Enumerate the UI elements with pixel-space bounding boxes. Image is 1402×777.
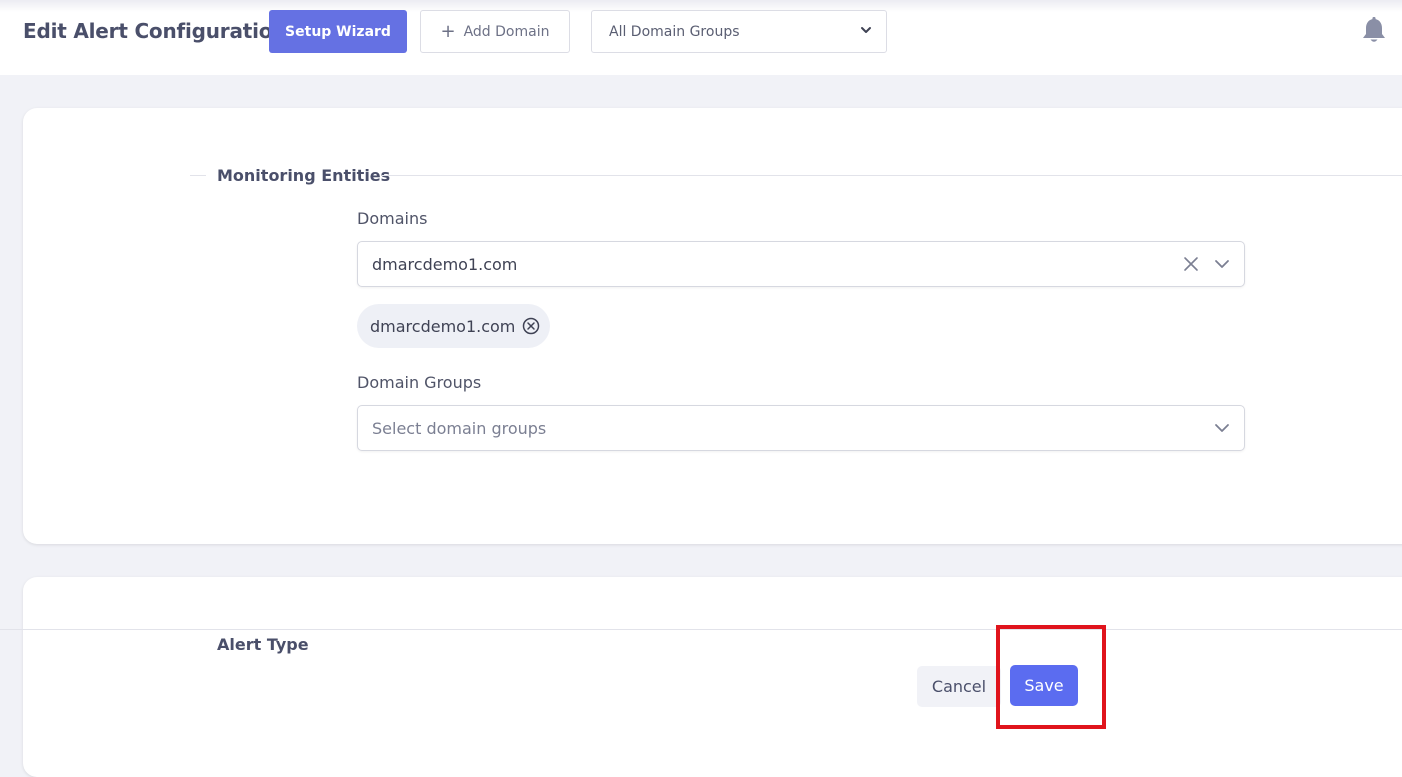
- clear-icon[interactable]: [1183, 256, 1199, 272]
- domains-select-value: dmarcdemo1.com: [372, 254, 518, 274]
- divider: [0, 629, 1402, 630]
- chevron-down-icon[interactable]: [1214, 421, 1230, 435]
- domains-select[interactable]: dmarcdemo1.com: [357, 241, 1245, 287]
- domain-group-filter-value: All Domain Groups: [609, 23, 740, 40]
- domain-groups-select[interactable]: Select domain groups: [357, 405, 1245, 451]
- chip-label: dmarcdemo1.com: [370, 316, 516, 336]
- domains-label: Domains: [357, 209, 428, 228]
- page-title: Edit Alert Configuration: [23, 19, 287, 43]
- setup-wizard-button[interactable]: Setup Wizard: [269, 10, 407, 53]
- domain-groups-placeholder: Select domain groups: [372, 418, 547, 438]
- domain-groups-label: Domain Groups: [357, 373, 482, 392]
- divider: [382, 175, 1402, 176]
- remove-chip-icon[interactable]: [522, 317, 540, 335]
- chevron-down-icon[interactable]: [1214, 257, 1230, 271]
- selected-domain-chip: dmarcdemo1.com: [357, 304, 550, 348]
- domain-group-filter[interactable]: All Domain Groups: [591, 10, 887, 53]
- add-domain-label: Add Domain: [463, 23, 550, 40]
- monitoring-entities-title: Monitoring Entities: [217, 166, 391, 185]
- plus-icon: +: [440, 20, 456, 42]
- alert-type-card: [23, 577, 1402, 777]
- cancel-button[interactable]: Cancel: [917, 666, 1001, 707]
- alert-type-title: Alert Type: [217, 635, 309, 654]
- add-domain-button[interactable]: + Add Domain: [420, 10, 570, 53]
- notification-bell-icon[interactable]: [1361, 17, 1387, 44]
- chevron-down-icon: [861, 27, 871, 33]
- highlight-box: [996, 625, 1106, 729]
- divider: [190, 175, 206, 176]
